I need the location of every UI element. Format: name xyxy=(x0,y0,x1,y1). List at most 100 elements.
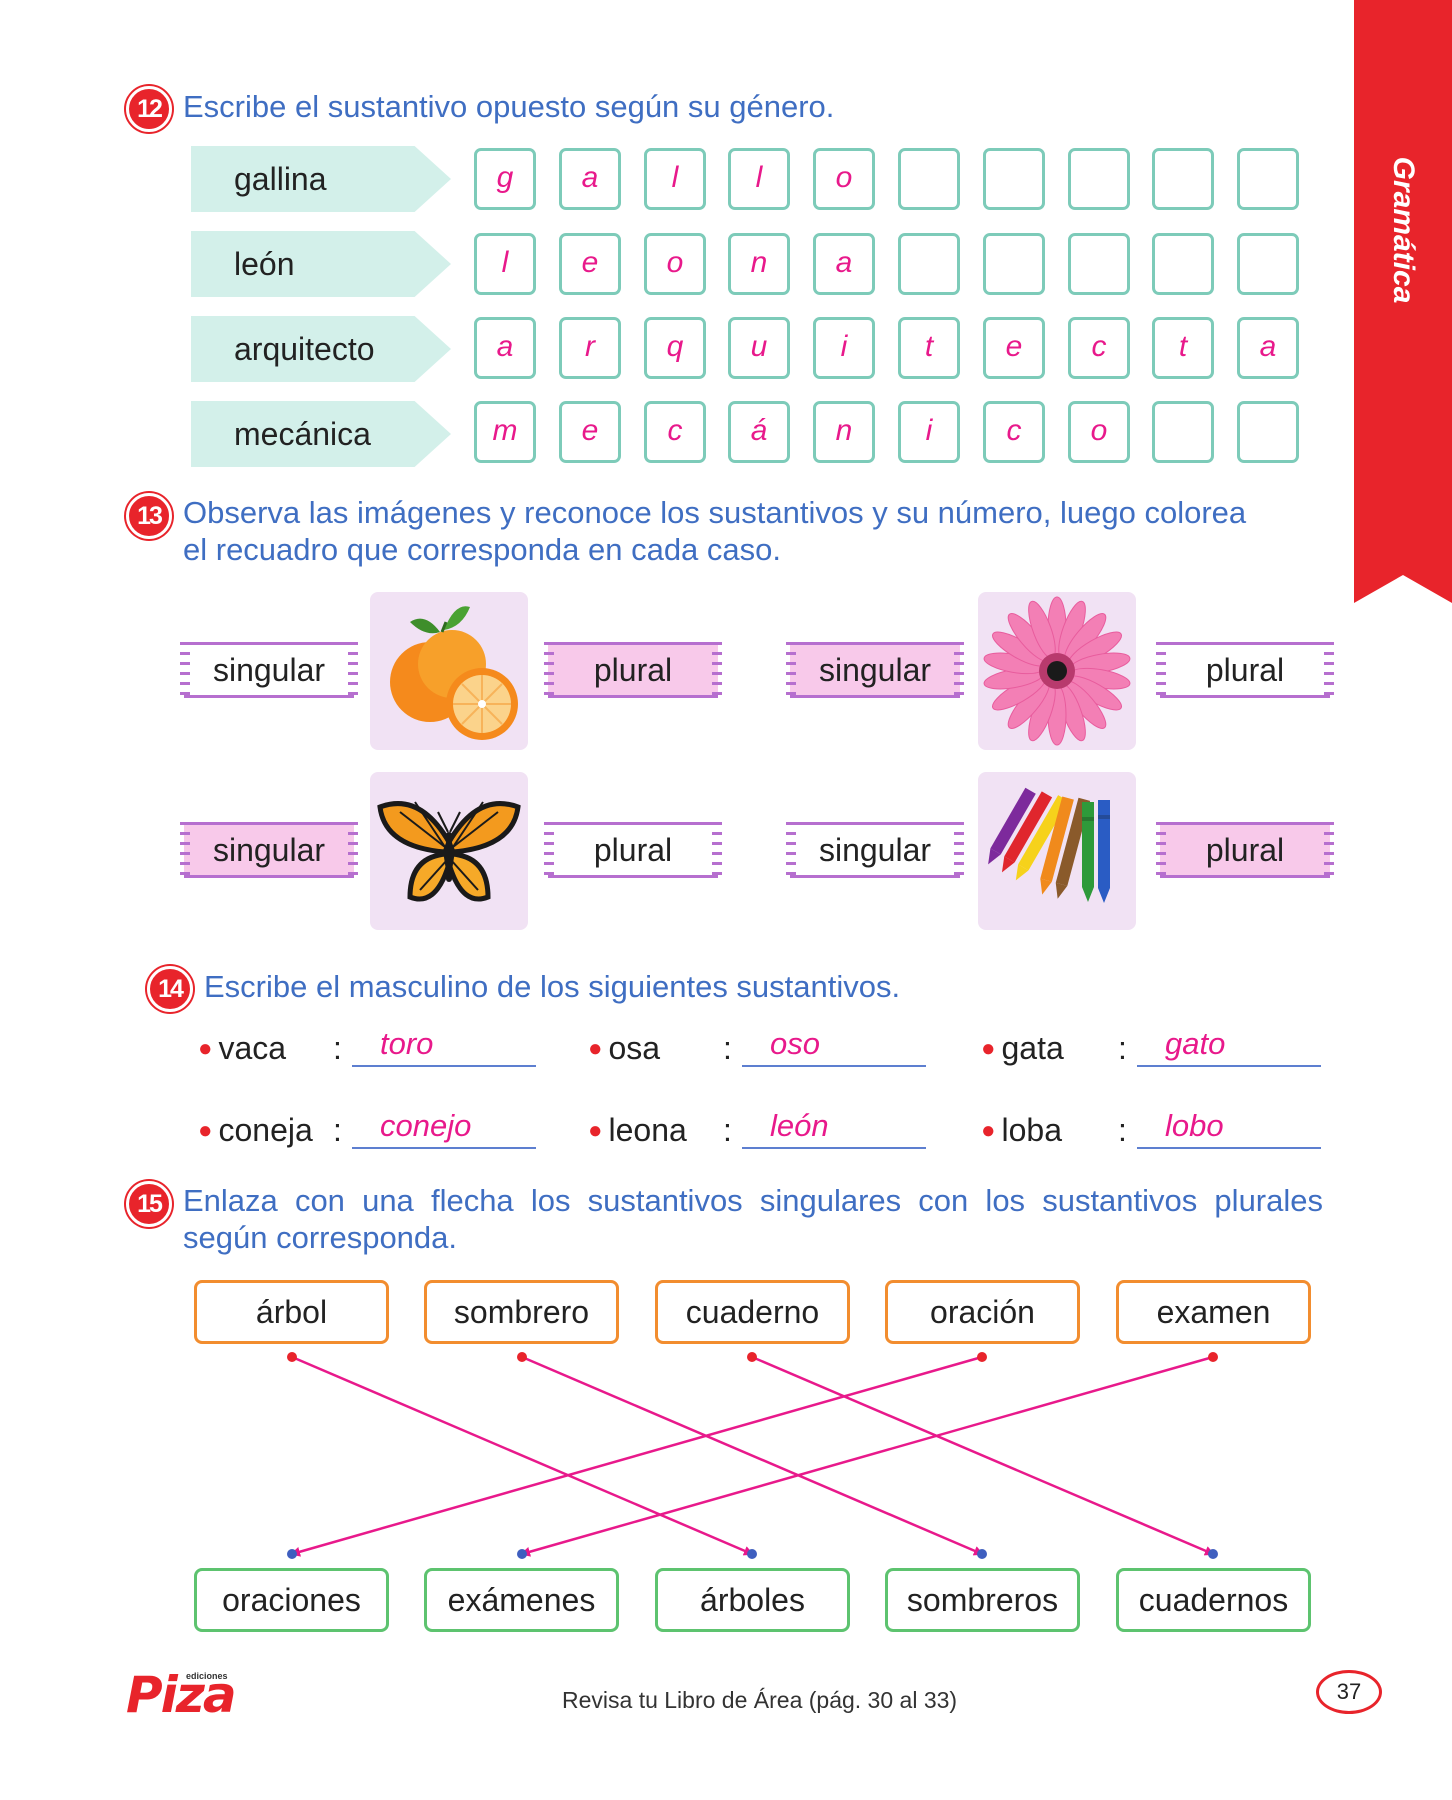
link-arrow xyxy=(751,1355,1215,1556)
feminine-word: ● loba xyxy=(981,1112,1062,1148)
exercise-13-badge: 13 xyxy=(126,493,172,539)
butterfly-image xyxy=(370,772,528,930)
section-tab-notch xyxy=(1354,575,1452,603)
singular-box[interactable]: árbol xyxy=(194,1280,389,1344)
feminine-word: ● osa xyxy=(588,1030,661,1066)
letter-box[interactable] xyxy=(898,233,960,295)
answer-field[interactable]: toro xyxy=(352,1025,536,1067)
singular-box[interactable]: sombrero xyxy=(424,1280,619,1344)
exercise-14-badge: 14 xyxy=(147,966,193,1012)
answer-field[interactable]: gato xyxy=(1137,1025,1321,1067)
section-tab: Gramática xyxy=(1354,0,1452,603)
letter-box[interactable] xyxy=(983,148,1045,210)
letter-box[interactable]: a xyxy=(1237,317,1299,379)
end-dot xyxy=(747,1549,757,1559)
ex12-word-0: gallina xyxy=(191,146,451,212)
singular-option[interactable]: singular xyxy=(180,822,358,878)
letter-box[interactable]: o xyxy=(644,233,706,295)
letter-box[interactable]: e xyxy=(559,401,621,463)
letter-box[interactable]: t xyxy=(1152,317,1214,379)
letter-box[interactable] xyxy=(1068,148,1130,210)
start-dot xyxy=(977,1352,987,1362)
colon: : xyxy=(333,1112,342,1148)
letter-box[interactable]: u xyxy=(728,317,790,379)
colon: : xyxy=(1118,1112,1127,1148)
singular-option[interactable]: singular xyxy=(180,642,358,698)
letter-box[interactable]: a xyxy=(813,233,875,295)
letter-box[interactable] xyxy=(1152,401,1214,463)
plural-option[interactable]: plural xyxy=(544,642,722,698)
letter-box[interactable]: e xyxy=(983,317,1045,379)
plural-box[interactable]: cuadernos xyxy=(1116,1568,1311,1632)
letter-box[interactable]: l xyxy=(644,148,706,210)
plural-box[interactable]: oraciones xyxy=(194,1568,389,1632)
start-dot xyxy=(517,1352,527,1362)
feminine-word: ● leona xyxy=(588,1112,687,1148)
letter-box[interactable]: c xyxy=(1068,317,1130,379)
letter-box[interactable] xyxy=(898,148,960,210)
footer-reference: Revisa tu Libro de Área (pág. 30 al 33) xyxy=(562,1687,958,1713)
start-dot xyxy=(1208,1352,1218,1362)
plural-box[interactable]: exámenes xyxy=(424,1568,619,1632)
letter-box[interactable] xyxy=(983,233,1045,295)
letter-box[interactable]: n xyxy=(813,401,875,463)
answer-field[interactable]: lobo xyxy=(1137,1107,1321,1149)
letter-box[interactable]: a xyxy=(474,317,536,379)
letter-box[interactable] xyxy=(1152,148,1214,210)
page-number: 37 xyxy=(1316,1670,1382,1714)
singular-box[interactable]: examen xyxy=(1116,1280,1311,1344)
plural-option[interactable]: plural xyxy=(544,822,722,878)
letter-box[interactable] xyxy=(1152,233,1214,295)
letter-box[interactable]: o xyxy=(1068,401,1130,463)
exercise-12-instruction: Escribe el sustantivo opuesto según su g… xyxy=(183,89,835,124)
letter-box[interactable]: c xyxy=(983,401,1045,463)
letter-box[interactable]: q xyxy=(644,317,706,379)
answer-field[interactable]: león xyxy=(742,1107,926,1149)
singular-option[interactable]: singular xyxy=(786,642,964,698)
feminine-word: ● vaca xyxy=(198,1030,287,1066)
singular-box[interactable]: cuaderno xyxy=(655,1280,850,1344)
plural-option[interactable]: plural xyxy=(1156,642,1334,698)
plural-box[interactable]: sombreros xyxy=(885,1568,1080,1632)
feminine-word: ● coneja xyxy=(198,1112,313,1148)
singular-option[interactable]: singular xyxy=(786,822,964,878)
link-arrow xyxy=(521,1355,984,1556)
letter-box[interactable] xyxy=(1237,401,1299,463)
letter-box[interactable]: m xyxy=(474,401,536,463)
letter-box[interactable] xyxy=(1068,233,1130,295)
letter-box[interactable] xyxy=(1237,233,1299,295)
answer-field[interactable]: conejo xyxy=(352,1107,536,1149)
ex12-word-1: león xyxy=(191,231,451,297)
letter-box[interactable]: l xyxy=(728,148,790,210)
letter-box[interactable]: i xyxy=(898,401,960,463)
exercise-15-instruction-line2: según corresponda. xyxy=(183,1220,458,1255)
letter-box[interactable]: o xyxy=(813,148,875,210)
end-dot xyxy=(1208,1549,1218,1559)
colon: : xyxy=(723,1030,732,1066)
letter-box[interactable]: g xyxy=(474,148,536,210)
letter-box[interactable]: r xyxy=(559,317,621,379)
letter-box[interactable]: n xyxy=(728,233,790,295)
publisher-logo-small: ediciones xyxy=(186,1671,228,1681)
letter-box[interactable] xyxy=(1237,148,1299,210)
end-dot xyxy=(287,1549,297,1559)
letter-box[interactable]: l xyxy=(474,233,536,295)
oranges-image xyxy=(370,592,528,750)
link-arrow xyxy=(291,1355,754,1556)
letter-box[interactable]: e xyxy=(559,233,621,295)
letter-box[interactable]: á xyxy=(728,401,790,463)
ex12-word-2: arquitecto xyxy=(191,316,451,382)
exercise-14-instruction: Escribe el masculino de los siguientes s… xyxy=(204,969,901,1004)
crayons-image xyxy=(978,772,1136,930)
plural-option[interactable]: plural xyxy=(1156,822,1334,878)
letter-box[interactable]: i xyxy=(813,317,875,379)
singular-box[interactable]: oración xyxy=(885,1280,1080,1344)
answer-field[interactable]: oso xyxy=(742,1025,926,1067)
exercise-13-instruction-line2: el recuadro que corresponda en cada caso… xyxy=(183,532,782,567)
ex12-word-3: mecánica xyxy=(191,401,451,467)
letter-box[interactable]: t xyxy=(898,317,960,379)
end-dot xyxy=(517,1549,527,1559)
letter-box[interactable]: a xyxy=(559,148,621,210)
letter-box[interactable]: c xyxy=(644,401,706,463)
plural-box[interactable]: árboles xyxy=(655,1568,850,1632)
